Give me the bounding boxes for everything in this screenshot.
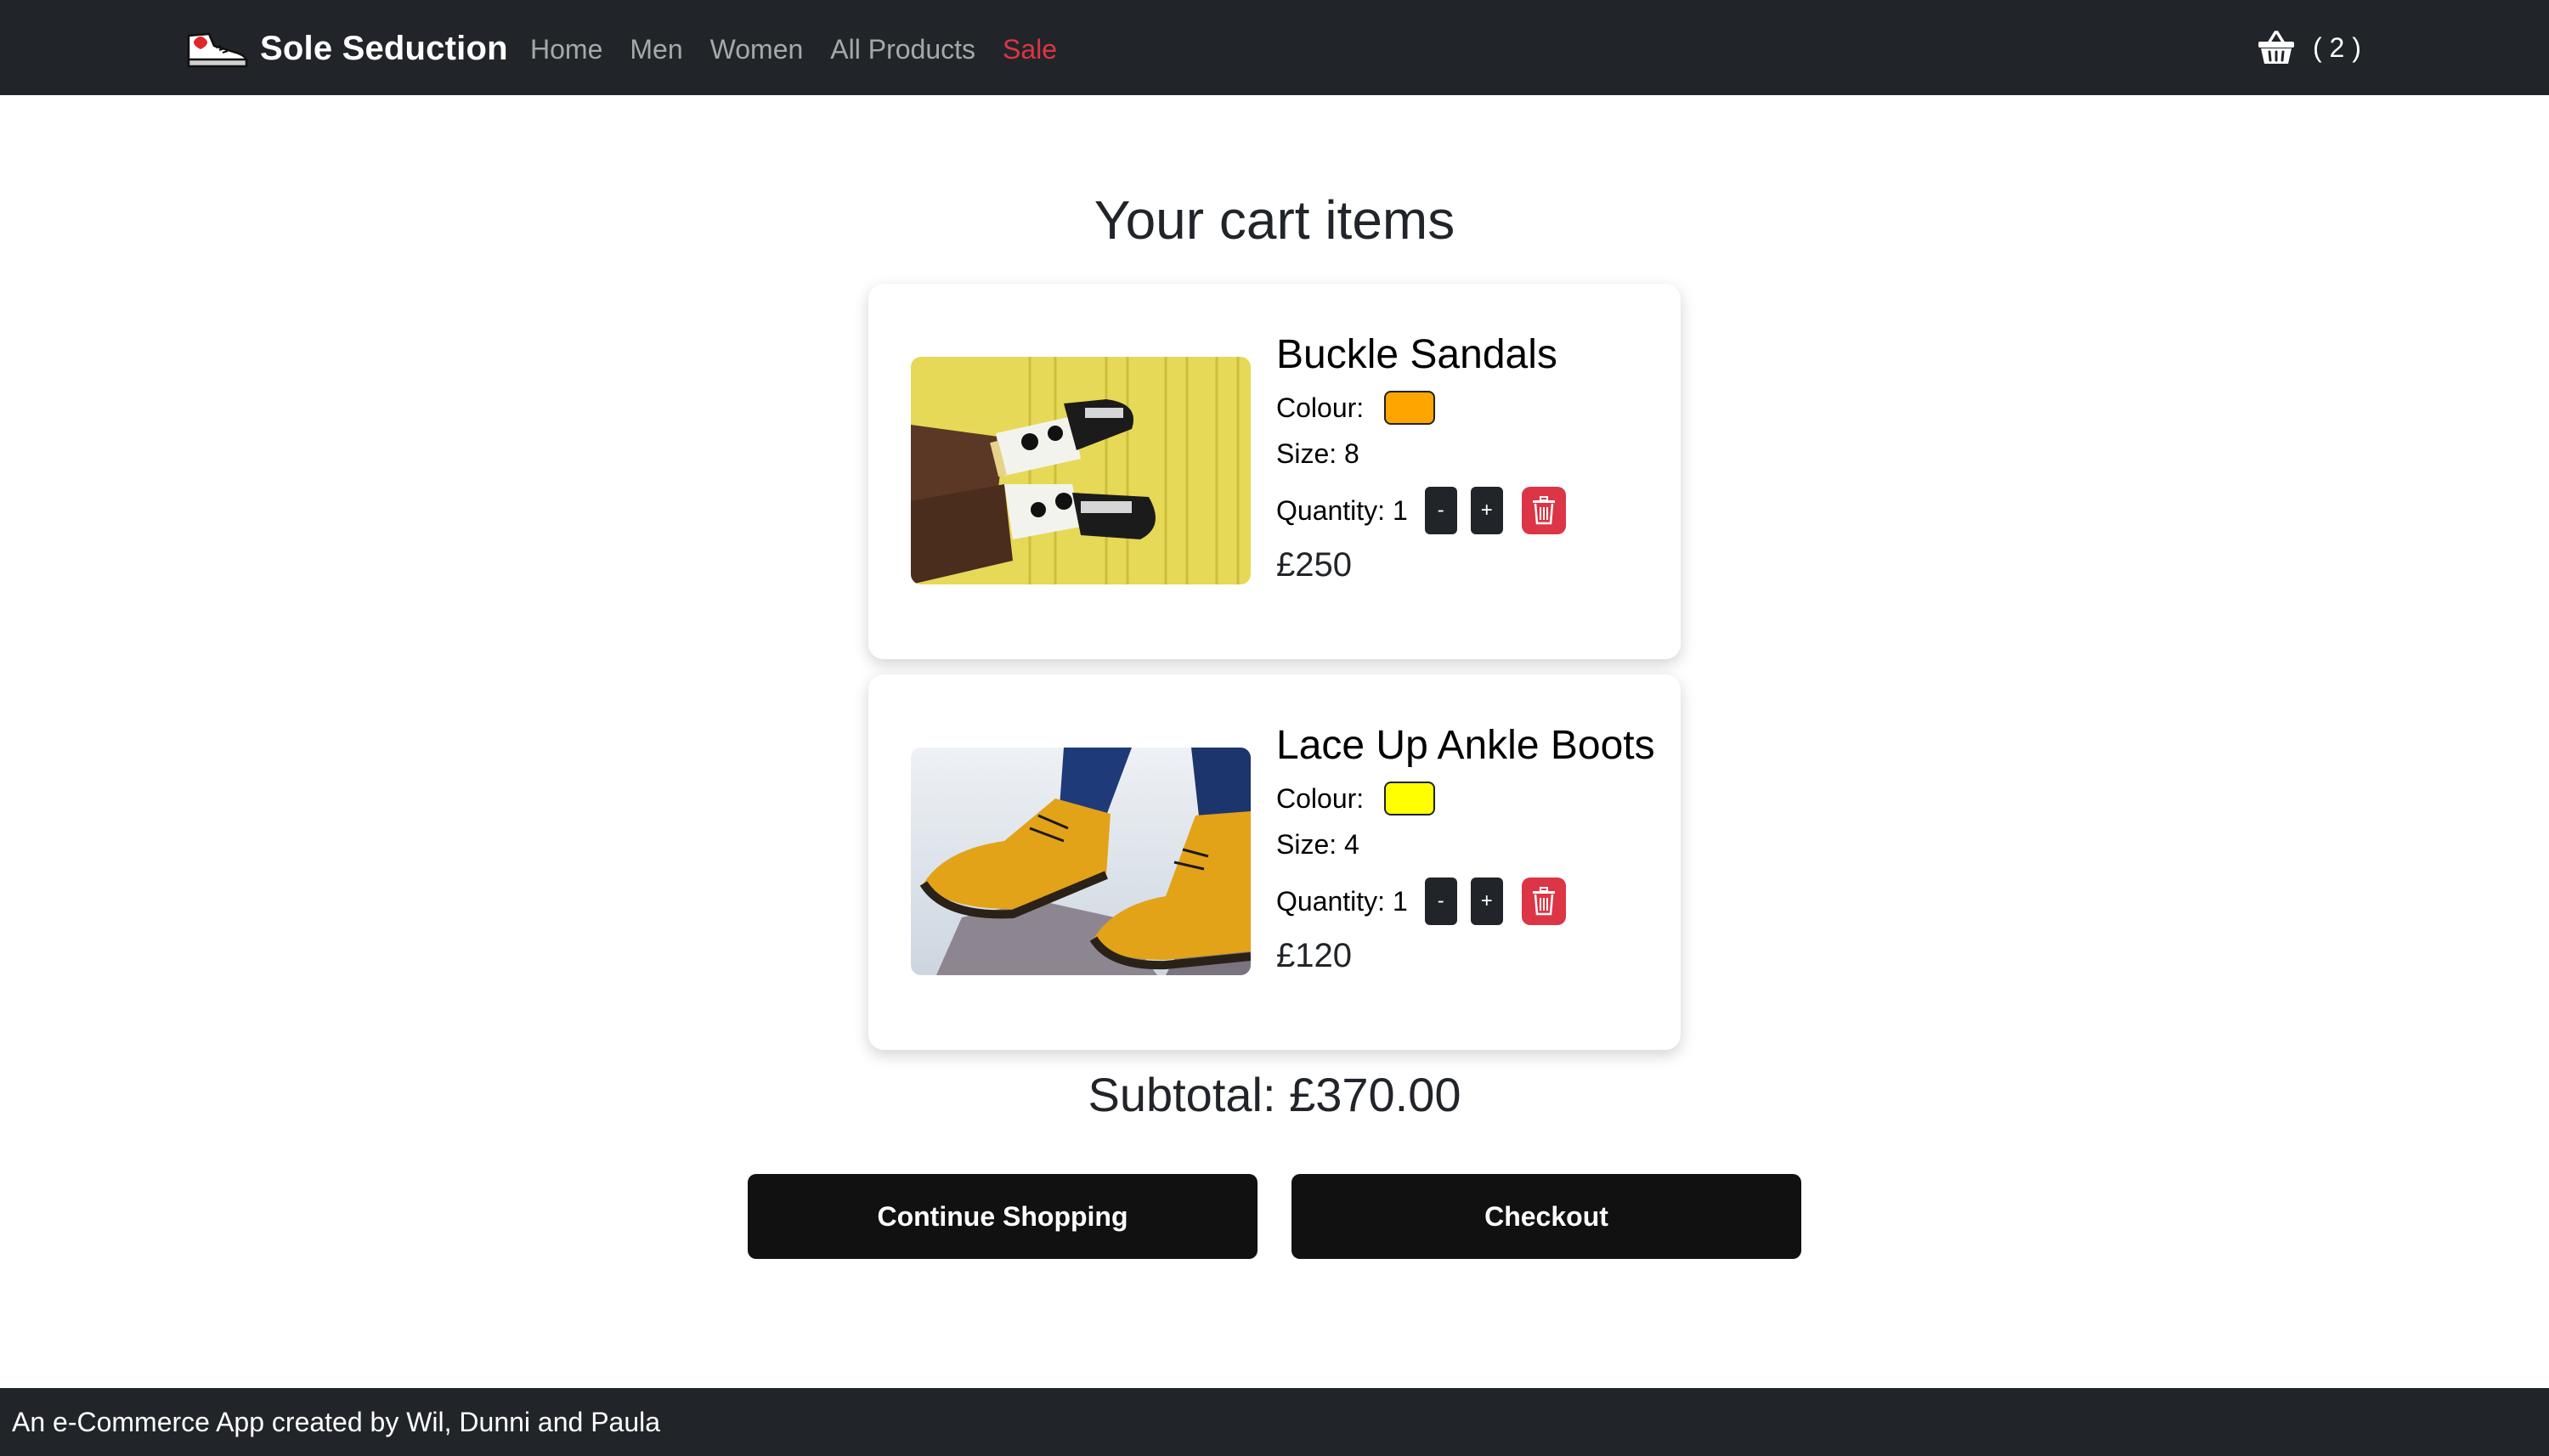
colour-swatch bbox=[1384, 782, 1436, 815]
nav-sale[interactable]: Sale bbox=[1003, 34, 1057, 65]
size-label: Size: 4 bbox=[1276, 828, 1359, 860]
footer-text: An e-Commerce App created by Wil, Dunni … bbox=[12, 1406, 661, 1437]
remove-item-button[interactable] bbox=[1521, 878, 1566, 925]
colour-row: Colour: bbox=[1276, 390, 1566, 426]
subtotal: Subtotal: £370.00 bbox=[1088, 1068, 1461, 1121]
brand-link[interactable]: Sole Seduction bbox=[184, 24, 508, 73]
product-name: Lace Up Ankle Boots bbox=[1276, 723, 1655, 768]
trash-icon bbox=[1532, 887, 1555, 916]
quantity-label: Quantity: 1 bbox=[1276, 885, 1408, 917]
product-name: Buckle Sandals bbox=[1276, 332, 1557, 377]
nav-men[interactable]: Men bbox=[630, 34, 682, 65]
sneaker-icon bbox=[187, 32, 248, 68]
size-label: Size: 8 bbox=[1276, 437, 1359, 469]
cart-item-card: Buckle Sandals Colour: Size: 8 Quantity:… bbox=[868, 284, 1681, 659]
product-price: £250 bbox=[1276, 546, 1352, 584]
colour-label: Colour: bbox=[1276, 392, 1365, 423]
colour-swatch bbox=[1384, 391, 1436, 425]
navbar: Sole Seduction Home Men Women All Produc… bbox=[0, 0, 2549, 95]
quantity-row: Quantity: 1 - + bbox=[1276, 878, 1655, 925]
checkout-button[interactable]: Checkout bbox=[1291, 1174, 1801, 1259]
cart-count: ( 2 ) bbox=[2313, 31, 2361, 63]
decrease-quantity-button[interactable]: - bbox=[1424, 878, 1457, 925]
cart-button[interactable]: ( 2 ) bbox=[2257, 24, 2361, 71]
basket-icon bbox=[2258, 31, 2294, 64]
brand-name: Sole Seduction bbox=[260, 29, 508, 67]
product-price: £120 bbox=[1276, 937, 1352, 974]
product-image-lace-up-ankle-boots[interactable] bbox=[911, 748, 1251, 975]
continue-shopping-button[interactable]: Continue Shopping bbox=[748, 1174, 1258, 1259]
product-image-buckle-sandals[interactable] bbox=[911, 357, 1251, 584]
nav-links: Home Men Women All Products Sale bbox=[530, 25, 1084, 73]
colour-row: Colour: bbox=[1276, 781, 1655, 816]
decrease-quantity-button[interactable]: - bbox=[1424, 487, 1457, 534]
footer: An e-Commerce App created by Wil, Dunni … bbox=[0, 1388, 2549, 1456]
cart-item-info: Lace Up Ankle Boots Colour: Size: 4 Quan… bbox=[1276, 722, 1655, 975]
increase-quantity-button[interactable]: + bbox=[1470, 487, 1503, 534]
colour-label: Colour: bbox=[1276, 782, 1365, 814]
remove-item-button[interactable] bbox=[1521, 487, 1566, 534]
page-title: Your cart items bbox=[1094, 189, 1455, 251]
quantity-label: Quantity: 1 bbox=[1276, 494, 1408, 526]
cart-item-info: Buckle Sandals Colour: Size: 8 Quantity:… bbox=[1276, 331, 1566, 584]
trash-icon bbox=[1532, 496, 1555, 525]
quantity-row: Quantity: 1 - + bbox=[1276, 487, 1566, 534]
increase-quantity-button[interactable]: + bbox=[1470, 878, 1503, 925]
nav-home[interactable]: Home bbox=[530, 34, 602, 65]
cart-item-card: Lace Up Ankle Boots Colour: Size: 4 Quan… bbox=[868, 674, 1681, 1050]
nav-women[interactable]: Women bbox=[710, 34, 804, 65]
nav-all-products[interactable]: All Products bbox=[830, 34, 975, 65]
